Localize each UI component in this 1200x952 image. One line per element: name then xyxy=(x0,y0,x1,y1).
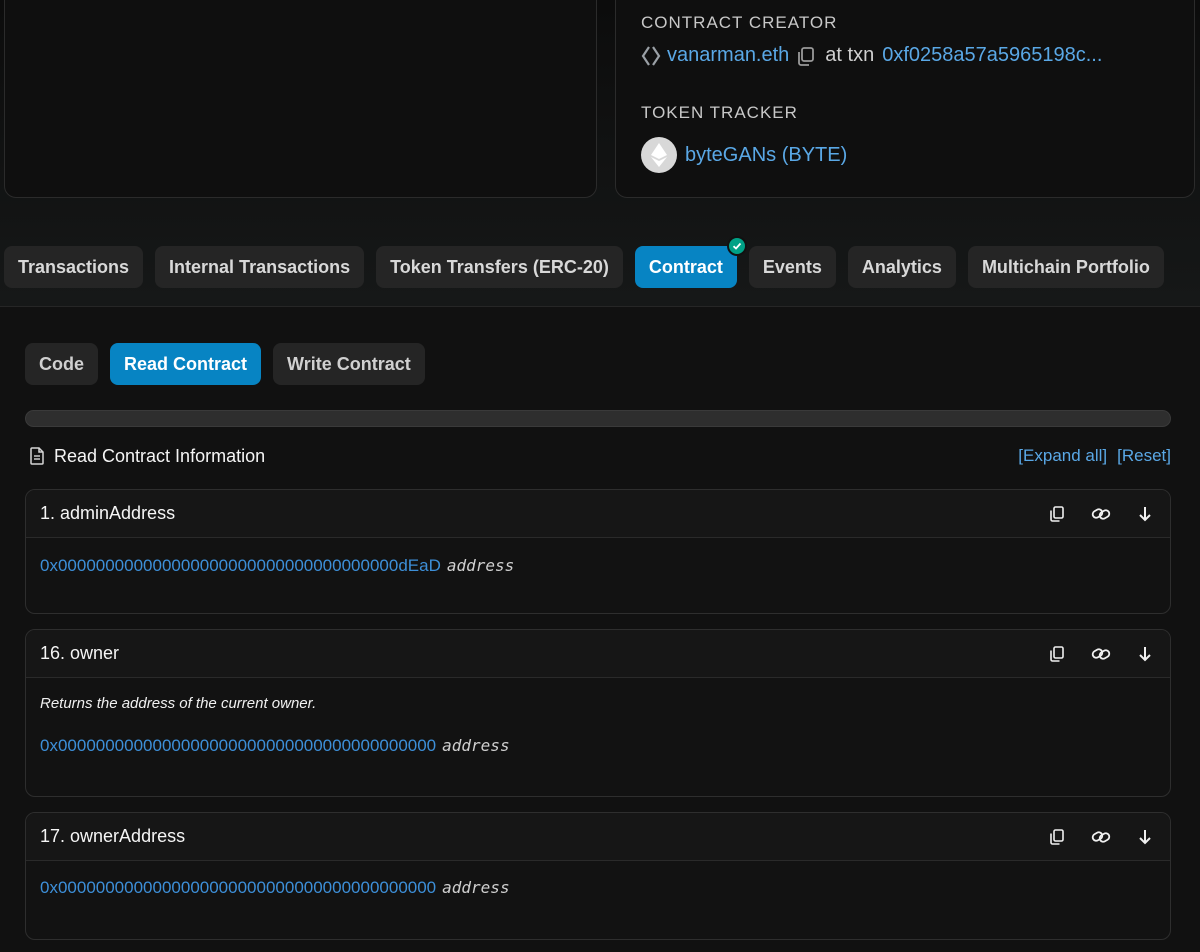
read-contract-actions: [Expand all] [Reset] xyxy=(1018,446,1171,466)
at-txn-label: at txn xyxy=(825,44,875,66)
link-icon[interactable] xyxy=(1090,643,1112,665)
function-actions xyxy=(1024,503,1156,525)
result-address-link[interactable]: 0x000000000000000000000000000000000000dE… xyxy=(40,556,441,576)
read-contract-title-group: Read Contract Information xyxy=(30,446,265,467)
function-result: 0x00000000000000000000000000000000000000… xyxy=(40,878,1156,898)
arrow-down-icon[interactable] xyxy=(1134,826,1156,848)
creator-address-link[interactable]: vanarman.eth xyxy=(667,44,789,67)
token-tracker-label: TOKEN TRACKER xyxy=(641,103,798,122)
tab-analytics[interactable]: Analytics xyxy=(847,246,956,288)
tab-transactions[interactable]: Transactions xyxy=(4,246,144,288)
ethereum-icon xyxy=(641,137,677,173)
overview-section: CONTRACT CREATOR vanarman.eth at txn 0xf… xyxy=(0,0,1200,307)
ens-avatar-icon xyxy=(641,45,661,67)
function-body: Returns the address of the current owner… xyxy=(26,678,1170,756)
tab-contract-label: Contract xyxy=(648,256,723,277)
contract-creator-row: vanarman.eth at txn 0xf0258a57a5965198c.… xyxy=(641,44,1102,67)
reset-link[interactable]: [Reset] xyxy=(1117,446,1171,466)
more-info-card: CONTRACT CREATOR vanarman.eth at txn 0xf… xyxy=(615,0,1195,198)
expand-all-link[interactable]: [Expand all] xyxy=(1018,446,1107,466)
arrow-down-icon[interactable] xyxy=(1134,503,1156,525)
link-icon[interactable] xyxy=(1090,503,1112,525)
subtab-read-contract[interactable]: Read Contract xyxy=(110,343,262,385)
function-description: Returns the address of the current owner… xyxy=(40,695,317,712)
function-panel: 17. ownerAddress 0x000000000000000000000… xyxy=(25,812,1171,940)
function-title: 1. adminAddress xyxy=(40,503,176,523)
function-title: 17. ownerAddress xyxy=(40,826,186,846)
result-type: address xyxy=(442,878,510,897)
token-tracker-link[interactable]: byteGANs (BYTE) xyxy=(685,144,847,167)
copy-icon[interactable] xyxy=(1046,503,1068,525)
token-tracker-row: byteGANs (BYTE) xyxy=(641,137,847,173)
read-contract-title: Read Contract Information xyxy=(54,445,266,466)
function-header[interactable]: 16. owner xyxy=(26,630,1170,678)
tab-internal-transactions[interactable]: Internal Transactions xyxy=(155,246,365,288)
function-title: 16. owner xyxy=(40,643,120,663)
contract-creator-label: CONTRACT CREATOR xyxy=(641,13,838,32)
creation-txn-link[interactable]: 0xf0258a57a5965198c... xyxy=(882,44,1102,67)
check-icon xyxy=(726,236,747,256)
function-result: 0x00000000000000000000000000000000000000… xyxy=(40,736,1156,756)
function-header[interactable]: 1. adminAddress xyxy=(26,490,1170,538)
function-body: 0x00000000000000000000000000000000000000… xyxy=(26,861,1170,898)
document-icon xyxy=(30,447,45,465)
result-address-link[interactable]: 0x00000000000000000000000000000000000000… xyxy=(40,878,436,898)
copy-icon[interactable] xyxy=(1046,643,1068,665)
subtab-write-contract[interactable]: Write Contract xyxy=(273,343,425,385)
tab-multichain-portfolio[interactable]: Multichain Portfolio xyxy=(967,246,1164,288)
function-body: 0x000000000000000000000000000000000000dE… xyxy=(26,538,1170,576)
function-result: 0x000000000000000000000000000000000000dE… xyxy=(40,556,1156,576)
overview-card xyxy=(4,0,597,198)
function-actions xyxy=(1024,826,1156,848)
function-panel: 1. adminAddress 0x0000000000000000000000… xyxy=(25,489,1171,614)
result-type: address xyxy=(442,736,510,755)
function-actions xyxy=(1024,643,1156,665)
result-address-link[interactable]: 0x00000000000000000000000000000000000000… xyxy=(40,736,436,756)
function-panel: 16. owner Returns the address of the cur… xyxy=(25,629,1171,797)
tab-events[interactable]: Events xyxy=(748,246,836,288)
address-tabs: Transactions Internal Transactions Token… xyxy=(4,236,1164,288)
link-icon[interactable] xyxy=(1090,826,1112,848)
copy-icon[interactable] xyxy=(1046,826,1068,848)
read-contract-header: Read Contract Information [Expand all] [… xyxy=(30,444,1171,468)
arrow-down-icon[interactable] xyxy=(1134,643,1156,665)
loading-bar xyxy=(25,410,1171,427)
tab-contract[interactable]: Contract xyxy=(634,236,747,288)
function-header[interactable]: 17. ownerAddress xyxy=(26,813,1170,861)
subtab-code[interactable]: Code xyxy=(25,343,98,385)
contract-subtabs: Code Read Contract Write Contract xyxy=(25,343,425,385)
tab-token-transfers[interactable]: Token Transfers (ERC-20) xyxy=(376,246,623,288)
copy-icon[interactable] xyxy=(795,45,817,67)
result-type: address xyxy=(446,556,515,575)
